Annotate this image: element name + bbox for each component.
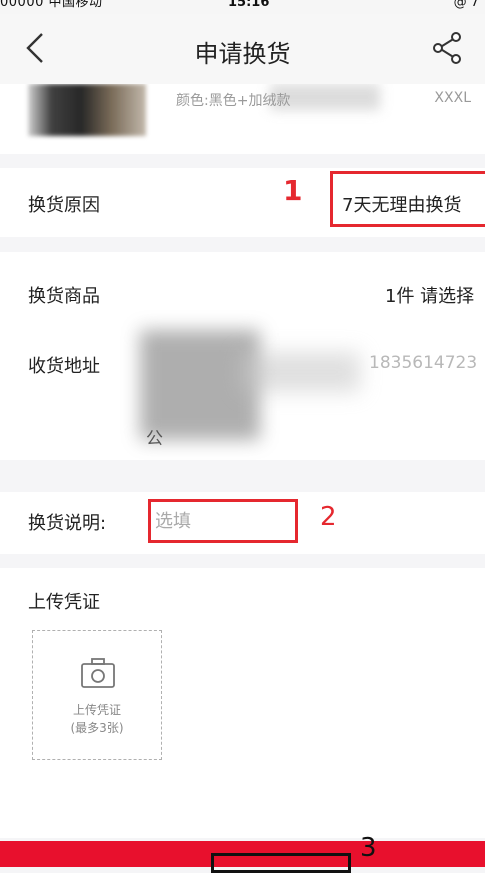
upload-section: 上传凭证 上传凭证 (最多3张) xyxy=(0,568,485,838)
submit-button[interactable] xyxy=(211,853,351,873)
annotation-mark-2: 2 xyxy=(320,502,337,532)
product-spec: 颜色:黑色+加绒款 xyxy=(176,93,291,109)
upload-title: 上传凭证 xyxy=(28,592,100,613)
annotation-mark-3: 3 xyxy=(360,833,377,863)
address-phone: 1835614723 xyxy=(369,353,478,373)
exchange-goods-value[interactable]: 1件 请选择 xyxy=(385,282,474,308)
upload-box-label: 上传凭证 xyxy=(72,703,121,717)
camera-icon xyxy=(81,658,115,688)
address-redaction-2 xyxy=(240,352,360,392)
carrier-text: 00000 中国移动 xyxy=(0,0,103,10)
share-button[interactable] xyxy=(427,28,467,68)
exchange-goods-label: 换货商品 xyxy=(28,286,100,307)
product-thumbnail xyxy=(28,84,146,136)
share-icon xyxy=(433,32,461,64)
page-title: 申请换货 xyxy=(194,40,291,68)
address-text: 公 xyxy=(146,429,163,449)
exchange-reason-label: 换货原因 xyxy=(28,195,100,216)
product-summary: 颜色:黑色+加绒款 XXXL xyxy=(0,84,485,154)
upload-box-limit: (最多3张) xyxy=(70,721,124,735)
exchange-note-input[interactable] xyxy=(148,499,298,543)
address-label: 收货地址 xyxy=(28,356,100,377)
exchange-goods-section: 换货商品 1件 请选择 收货地址 1835614723 公 xyxy=(0,252,485,460)
status-bar: 00000 中国移动 15:16 @ 7 xyxy=(0,0,485,14)
status-time: 15:16 xyxy=(228,0,270,10)
upload-button[interactable]: 上传凭证 (最多3张) xyxy=(32,630,162,760)
nav-bar: 申请换货 xyxy=(0,14,485,84)
annotation-mark-1: 1 xyxy=(283,174,303,207)
product-size: XXXL xyxy=(434,90,471,106)
exchange-reason-row[interactable]: 换货原因 1 7天无理由换货 xyxy=(0,168,485,237)
battery-text: @ 7 xyxy=(453,0,479,10)
exchange-note-label: 换货说明: xyxy=(28,513,107,534)
annotation-box-1 xyxy=(330,171,485,227)
